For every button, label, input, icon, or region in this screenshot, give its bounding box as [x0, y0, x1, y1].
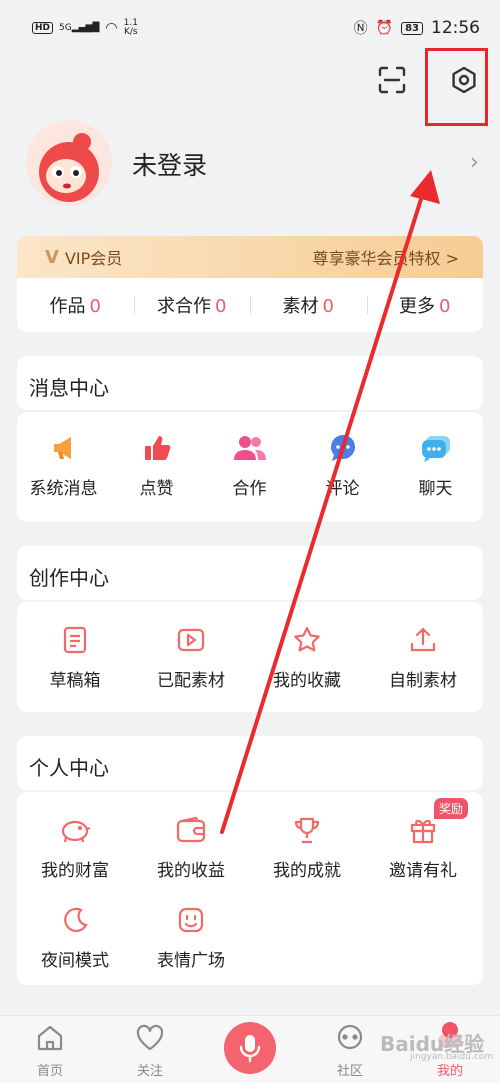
personal-earnings[interactable]: 我的收益 [133, 812, 249, 881]
chat-icon [389, 430, 482, 466]
status-left: HD 5G▂▄▆█ ◠ 1.1 K/s [32, 19, 138, 37]
stat-collab[interactable]: 求合作 0 [133, 292, 251, 318]
msg-chat[interactable]: 聊天 [389, 430, 482, 499]
draft-icon [17, 622, 133, 658]
message-center-title: 消息中心 [17, 356, 483, 410]
nav-follow[interactable]: 关注 [120, 1024, 180, 1079]
stat-works[interactable]: 作品 0 [17, 292, 134, 318]
personal-achievements[interactable]: 我的成就 [249, 812, 365, 881]
personal-wealth[interactable]: 我的财富 [17, 812, 133, 881]
personal-center-title: 个人中心 [17, 736, 483, 790]
msg-comments[interactable]: 评论 [296, 430, 389, 499]
vip-privilege-link[interactable]: 尊享豪华会员特权 > [313, 245, 460, 269]
clock: 12:56 [431, 18, 480, 38]
vip-crown-icon: V [45, 246, 59, 268]
home-icon [20, 1024, 80, 1056]
personal-center-card: 我的财富 我的收益 我的成就 邀请有礼 夜间模式 表情广场 [17, 792, 483, 985]
login-status[interactable]: 未登录 [132, 146, 207, 182]
message-center-card: 系统消息 点赞 合作 评论 聊天 [17, 412, 483, 522]
users-icon [203, 430, 296, 466]
personal-night-mode[interactable]: 夜间模式 [17, 902, 133, 971]
battery-indicator: 83 [401, 21, 423, 35]
creation-center-card: 草稿箱 已配素材 我的收藏 自制素材 [17, 602, 483, 712]
wifi-icon: ◠ [105, 20, 118, 36]
moon-icon [17, 902, 133, 938]
create-favorites[interactable]: 我的收藏 [249, 622, 365, 691]
stat-materials[interactable]: 素材 0 [250, 292, 367, 318]
msg-cooperation[interactable]: 合作 [203, 430, 296, 499]
nav-community[interactable]: 社区 [320, 1024, 380, 1079]
chevron-right-icon[interactable]: › [470, 150, 479, 175]
wallet-icon [133, 812, 249, 848]
video-icon [133, 622, 249, 658]
avatar[interactable] [26, 120, 112, 206]
hd-indicator: HD [32, 22, 54, 34]
nav-home[interactable]: 首页 [20, 1024, 80, 1079]
comment-icon [296, 430, 389, 466]
nfc-icon: Ⓝ [353, 21, 368, 37]
msg-likes[interactable]: 点赞 [110, 430, 203, 499]
personal-emoji-square[interactable]: 表情广场 [133, 902, 249, 971]
create-used-materials[interactable]: 已配素材 [133, 622, 249, 691]
stats-card: 作品 0 求合作 0 素材 0 更多 0 [17, 278, 483, 332]
megaphone-icon [17, 430, 110, 466]
star-icon [249, 622, 365, 658]
piggy-bank-icon [17, 812, 133, 848]
settings-highlight-box [425, 48, 488, 126]
msg-system[interactable]: 系统消息 [17, 430, 110, 499]
upload-icon [365, 622, 481, 658]
scan-icon[interactable] [372, 60, 412, 100]
status-right: Ⓝ ⏰ 83 12:56 [354, 18, 480, 38]
microphone-icon [239, 1035, 261, 1063]
emoji-icon [133, 902, 249, 938]
alarm-icon: ⏰ [375, 20, 394, 36]
create-drafts[interactable]: 草稿箱 [17, 622, 133, 691]
thumbs-up-icon [110, 430, 203, 466]
vip-banner[interactable]: V VIP会员 尊享豪华会员特权 > [17, 236, 483, 278]
vip-left: V VIP会员 [45, 245, 122, 269]
reward-badge: 奖励 [434, 798, 469, 819]
creation-center-title: 创作中心 [17, 546, 483, 600]
network-speed: 1.1 K/s [123, 18, 138, 37]
create-own-materials[interactable]: 自制素材 [365, 622, 481, 691]
watermark-sub: jingyan.baidu.com [410, 1052, 494, 1062]
signal-icon: 5G▂▄▆█ [59, 23, 100, 33]
personal-invite[interactable]: 邀请有礼 [365, 812, 481, 881]
record-button[interactable] [224, 1022, 276, 1074]
vip-label: VIP会员 [64, 249, 123, 268]
community-icon [320, 1024, 380, 1056]
trophy-icon [249, 812, 365, 848]
stat-more[interactable]: 更多 0 [366, 292, 484, 318]
heart-icon [120, 1024, 180, 1056]
